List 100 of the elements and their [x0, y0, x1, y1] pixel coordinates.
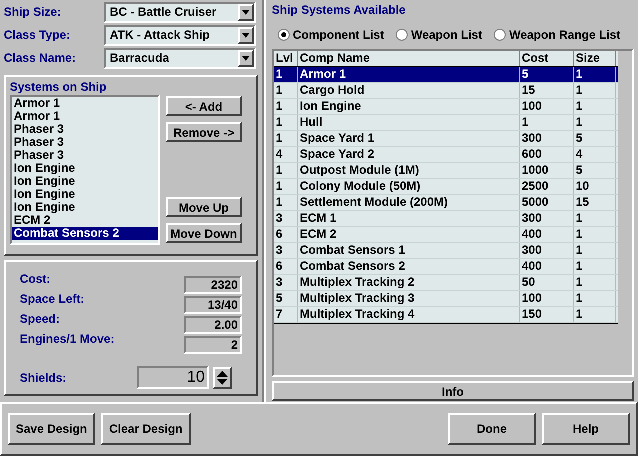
shields-field[interactable]: 10 [137, 366, 209, 389]
systems-list[interactable]: Armor 1 Armor 1 Phaser 3 Phaser 3 Phaser 3 Ion Engine Ion Engine Ion Engine Ion Engine ECM 2 Combat Sensors 2 [10, 95, 160, 245]
stat-label: Space Left: [20, 292, 85, 306]
spinner-arrows-icon[interactable] [213, 366, 232, 388]
table-row[interactable]: 1 Cargo Hold 15 1 [274, 83, 618, 99]
stat-value: 2320 [184, 276, 242, 294]
table-cell: Multiplex Tracking 3 [298, 291, 520, 306]
table-row[interactable]: 1 Armor 1 5 1 [274, 67, 618, 83]
radio-option[interactable]: Weapon List [396, 26, 482, 44]
field-label: Class Name: [4, 50, 78, 67]
table-row[interactable]: 4 Space Yard 2 600 4 [274, 147, 618, 163]
table-cell: 1 [274, 83, 298, 98]
list-item[interactable]: Phaser 3 [12, 123, 158, 136]
table-cell: 4 [274, 147, 298, 162]
button[interactable]: Move Down [166, 223, 242, 243]
list-item[interactable]: ECM 2 [12, 214, 158, 227]
table-cell: 5000 [520, 195, 574, 210]
field-label: Class Type: [4, 27, 72, 44]
column-header[interactable]: Lvl [274, 51, 298, 66]
radio-option[interactable]: Component List [278, 26, 384, 44]
table-cell: 1000 [520, 163, 574, 178]
table-cell: 1 [274, 195, 298, 210]
table-row[interactable]: 1 Colony Module (50M) 2500 10 [274, 179, 618, 195]
radio-option[interactable]: Weapon Range List [494, 26, 621, 44]
table-cell: 1 [274, 67, 298, 82]
table-row[interactable]: 1 Ion Engine 100 1 [274, 99, 618, 115]
table-cell: 1 [520, 115, 574, 130]
table-cell: Space Yard 1 [298, 131, 520, 146]
list-item[interactable]: Ion Engine [12, 162, 158, 175]
button[interactable]: Clear Design [101, 413, 191, 445]
table-row[interactable]: 1 Outpost Module (1M) 1000 5 [274, 163, 618, 179]
list-item[interactable]: Combat Sensors 2 [12, 227, 158, 240]
button[interactable]: Move Up [166, 197, 242, 217]
stat-label: Shields: [20, 370, 67, 386]
table-cell: 600 [520, 147, 574, 162]
table-cell: 15 [520, 83, 574, 98]
list-item[interactable]: Ion Engine [12, 175, 158, 188]
table-cell: 3 [274, 243, 298, 258]
table-cell: 1 [274, 163, 298, 178]
table-cell: Hull [298, 115, 520, 130]
button[interactable]: Info [272, 381, 634, 401]
table-row[interactable]: 1 Settlement Module (200M) 5000 15 [274, 195, 618, 211]
table-row[interactable]: 6 ECM 2 400 1 [274, 227, 618, 243]
table-row[interactable]: 1 Hull 1 1 [274, 115, 618, 131]
table-cell: 1 [574, 211, 616, 226]
table-cell: 6 [274, 259, 298, 274]
table-row[interactable]: 7 Multiplex Tracking 4 150 1 [274, 307, 618, 323]
table-cell: 1 [274, 179, 298, 194]
button[interactable]: Save Design [8, 413, 96, 445]
table-cell: ECM 1 [298, 211, 520, 226]
table-cell: 2500 [520, 179, 574, 194]
table-cell: 1 [574, 67, 616, 82]
dropdown[interactable]: Barracuda [104, 48, 256, 68]
radio-icon[interactable] [494, 29, 506, 41]
table-cell: Armor 1 [298, 67, 520, 82]
table-row[interactable]: 3 ECM 1 300 1 [274, 211, 618, 227]
list-item[interactable]: Ion Engine [12, 201, 158, 214]
column-header[interactable]: Cost [520, 51, 574, 66]
table-cell: Cargo Hold [298, 83, 520, 98]
table-cell: 300 [520, 211, 574, 226]
column-header[interactable]: Comp Name [298, 51, 520, 66]
table-cell: Space Yard 2 [298, 147, 520, 162]
field-label: Ship Size: [4, 4, 62, 21]
list-item[interactable]: Armor 1 [12, 110, 158, 123]
table-row[interactable]: 3 Multiplex Tracking 2 50 1 [274, 275, 618, 291]
radio-icon[interactable] [396, 29, 408, 41]
table-cell: 1 [574, 275, 616, 290]
table-cell: 3 [274, 275, 298, 290]
table-cell: 1 [574, 307, 616, 322]
button[interactable]: Remove -> [166, 122, 242, 142]
table-cell: Settlement Module (200M) [298, 195, 520, 210]
stat-label: Engines/1 Move: [20, 332, 115, 346]
panel-title: Systems on Ship [10, 79, 108, 95]
table-cell: 1 [574, 99, 616, 114]
stat-value: 2.00 [184, 316, 242, 334]
table-cell: Multiplex Tracking 2 [298, 275, 520, 290]
table-row[interactable]: 5 Multiplex Tracking 3 100 1 [274, 291, 618, 307]
table-cell: 10 [574, 179, 616, 194]
table-cell: 1 [274, 115, 298, 130]
stat-label: Speed: [20, 312, 60, 326]
table-cell: Combat Sensors 2 [298, 259, 520, 274]
table-cell: 1 [574, 115, 616, 130]
column-header[interactable]: Size [574, 51, 616, 66]
table-cell: 400 [520, 227, 574, 242]
dropdown[interactable]: ATK - Attack Ship [104, 24, 256, 46]
table-cell: 1 [574, 83, 616, 98]
dropdown[interactable]: BC - Battle Cruiser [104, 2, 256, 22]
radio-icon[interactable] [278, 29, 290, 41]
table-cell: 5 [520, 67, 574, 82]
button[interactable]: Help [542, 413, 630, 445]
list-item[interactable]: Ion Engine [12, 188, 158, 201]
table-row[interactable]: 1 Space Yard 1 300 5 [274, 131, 618, 147]
list-item[interactable]: Phaser 3 [12, 136, 158, 149]
table-row[interactable]: 3 Combat Sensors 1 300 1 [274, 243, 618, 259]
button[interactable]: <- Add [166, 96, 242, 116]
table-row[interactable]: 6 Combat Sensors 2 400 1 [274, 259, 618, 275]
list-item[interactable]: Armor 1 [12, 97, 158, 110]
list-item[interactable]: Phaser 3 [12, 149, 158, 162]
button[interactable]: Done [448, 413, 536, 445]
table-cell: Ion Engine [298, 99, 520, 114]
